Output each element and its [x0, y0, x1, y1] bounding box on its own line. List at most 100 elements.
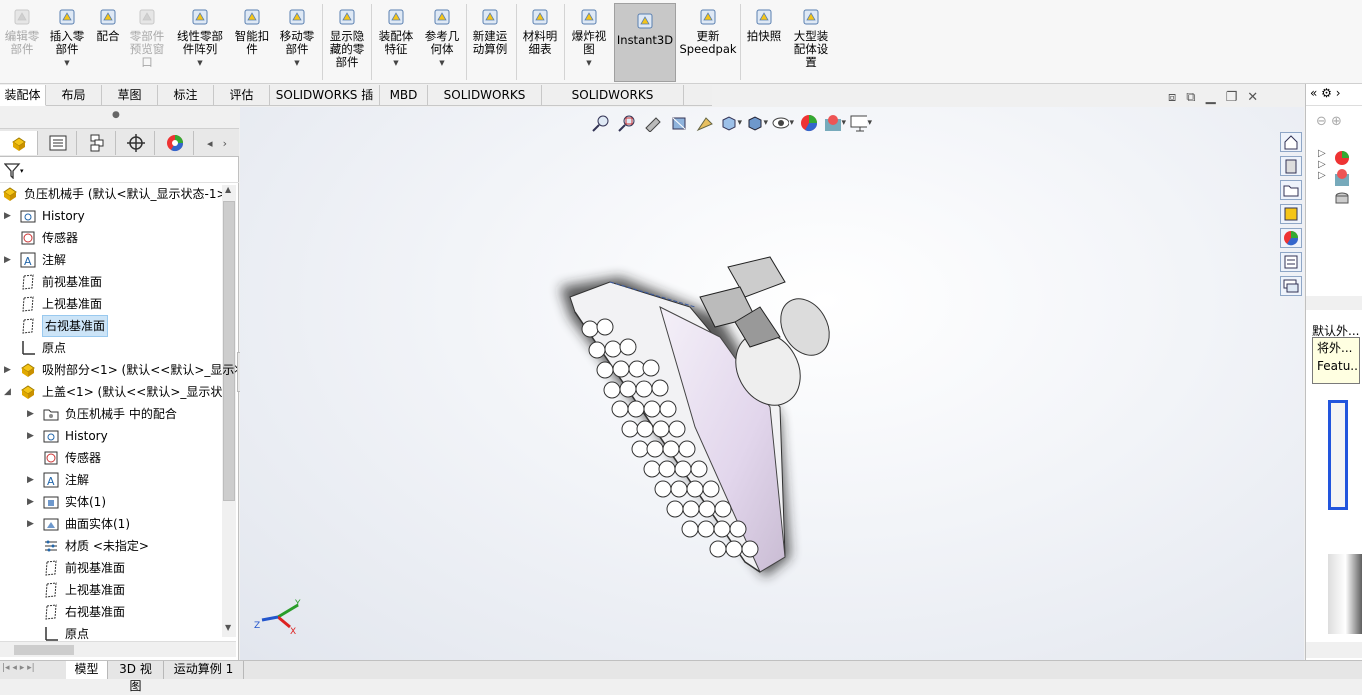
tree-item[interactable]: 前视基准面: [4, 272, 102, 292]
property-manager-tab[interactable]: [39, 131, 77, 155]
tree-root-assembly[interactable]: 负压机械手 (默认<默认_显示状态-1>: [2, 184, 227, 204]
expand-arrow-icon[interactable]: ▶: [4, 360, 14, 380]
tree-item[interactable]: 原点: [4, 338, 66, 358]
appearance-swatch-selected[interactable]: [1328, 400, 1348, 510]
custom-properties-tab[interactable]: [1279, 252, 1302, 272]
configuration-manager-tab[interactable]: [78, 131, 116, 155]
double-chevron-icon[interactable]: «: [1310, 86, 1317, 100]
tab-nav-arrows[interactable]: |◂ ◂ ▸ ▸|: [2, 663, 35, 673]
expand-arrow-icon[interactable]: ▶: [27, 404, 37, 424]
tree-item[interactable]: 材质 <未指定>: [27, 536, 149, 556]
expand-arrow-icon[interactable]: ▶: [27, 426, 37, 446]
tile-right-icon[interactable]: ⧉: [1186, 90, 1195, 105]
minimize-icon[interactable]: ▁: [1206, 90, 1216, 105]
chevron-right-icon[interactable]: ›: [223, 137, 227, 150]
tree-item[interactable]: ▶ History: [27, 426, 108, 446]
vacuum-gripper-model[interactable]: [560, 256, 839, 577]
tab-0[interactable]: 装配体: [0, 85, 46, 106]
chevron-right-icon[interactable]: ›: [1336, 86, 1341, 100]
section-view-icon[interactable]: [668, 112, 690, 134]
appearances-tab[interactable]: [1279, 228, 1302, 248]
edit-appearance-icon[interactable]: [798, 112, 820, 134]
scroll-down-icon[interactable]: ▼: [225, 623, 231, 632]
tree-item[interactable]: ◢ 上盖<1> (默认<<默认>_显示状: [4, 382, 222, 402]
tab-3[interactable]: 标注: [158, 85, 214, 106]
tree-expand-arrows[interactable]: ▷ ▷ ▷: [1318, 148, 1326, 181]
zoom-to-fit-icon[interactable]: [590, 112, 612, 134]
tree-item[interactable]: 前视基准面: [27, 558, 125, 578]
design-library-tab[interactable]: [1279, 156, 1302, 176]
view-settings-icon[interactable]: ▾: [850, 112, 872, 134]
view-palette-tab[interactable]: [1279, 204, 1302, 224]
chevron-left-icon[interactable]: ◂: [207, 137, 213, 150]
tree-item[interactable]: 传感器: [4, 228, 78, 248]
tree-item[interactable]: ▶ History: [4, 206, 85, 226]
appearance-swatch[interactable]: [1328, 554, 1362, 634]
scroll-up-icon[interactable]: ▲: [225, 185, 231, 194]
forum-tab[interactable]: [1279, 276, 1302, 296]
expand-arrow-icon[interactable]: ▶: [27, 470, 37, 490]
chevron-down-icon[interactable]: ▼: [197, 57, 202, 70]
dynamic-annotation-icon[interactable]: [694, 112, 716, 134]
tree-item[interactable]: 右视基准面: [4, 315, 109, 337]
expand-arrow-icon[interactable]: ◢: [4, 382, 14, 402]
chevron-down-icon[interactable]: ▼: [586, 57, 591, 70]
expand-arrow-icon[interactable]: ▶: [27, 492, 37, 512]
tree-item[interactable]: ▶ A 注解: [27, 470, 89, 490]
tree-item[interactable]: 上视基准面: [4, 294, 102, 314]
tree-item[interactable]: 右视基准面: [27, 602, 125, 622]
tab-scroll-arrows[interactable]: ◂ ›: [195, 131, 239, 155]
graphics-area[interactable]: Y X Z: [240, 107, 1304, 660]
bottom-tab-0[interactable]: 模型: [66, 661, 108, 679]
apply-scene-icon[interactable]: ▾: [824, 112, 846, 134]
expand-arrow-icon[interactable]: ▶: [4, 250, 14, 270]
tab-2[interactable]: 草图: [102, 85, 158, 106]
hide-show-items-icon[interactable]: ▾: [772, 112, 794, 134]
file-explorer-tab[interactable]: [1279, 180, 1302, 200]
task-pane-bottom-scrollbar[interactable]: [1306, 642, 1362, 658]
view-orientation-icon[interactable]: ▾: [720, 112, 742, 134]
tab-7[interactable]: SOLIDWORKS CAM: [428, 85, 542, 122]
ribbon-button-13[interactable]: Instant3D: [610, 10, 680, 47]
chevron-down-icon[interactable]: ▾: [20, 167, 24, 175]
tab-4[interactable]: 评估: [214, 85, 270, 106]
gear-icon[interactable]: ⚙: [1321, 86, 1332, 100]
chevron-down-icon[interactable]: ▼: [294, 57, 299, 70]
nav-back-forward[interactable]: ⊖ ⊕: [1316, 114, 1342, 129]
display-style-icon[interactable]: ▾: [746, 112, 768, 134]
tree-item[interactable]: ▶ 负压机械手 中的配合: [27, 404, 177, 424]
tree-item[interactable]: ▶ A 注解: [4, 250, 66, 270]
tree-item[interactable]: 原点: [27, 624, 89, 644]
resources-tab[interactable]: [1279, 132, 1302, 152]
tree-item[interactable]: ▶ 曲面实体(1): [27, 514, 130, 534]
tree-filter[interactable]: ▾: [0, 159, 239, 183]
zoom-to-area-icon[interactable]: [616, 112, 638, 134]
expand-arrow-icon[interactable]: ▶: [27, 514, 37, 534]
tab-8[interactable]: SOLIDWORKS Inspection: [542, 85, 684, 122]
chevron-down-icon[interactable]: ▼: [393, 57, 398, 70]
feature-manager-tab[interactable]: [0, 131, 38, 155]
tab-5[interactable]: SOLIDWORKS 插件: [270, 85, 380, 122]
tree-item[interactable]: 上视基准面: [27, 580, 125, 600]
close-icon[interactable]: ✕: [1247, 90, 1258, 105]
scrollbar-thumb[interactable]: [14, 645, 74, 655]
tree-item[interactable]: ▶ 吸附部分<1> (默认<<默认>_显示状: [4, 360, 246, 380]
tab-1[interactable]: 布局: [46, 85, 102, 106]
expand-arrow-icon[interactable]: ▶: [4, 206, 14, 226]
chevron-down-icon[interactable]: ▼: [439, 57, 444, 70]
tree-item[interactable]: 传感器: [27, 448, 101, 468]
chevron-down-icon[interactable]: ▼: [64, 57, 69, 70]
display-manager-tab[interactable]: [156, 131, 194, 155]
restore-icon[interactable]: ❐: [1226, 90, 1238, 105]
tile-left-icon[interactable]: ⧈: [1168, 90, 1176, 105]
bottom-tab-1[interactable]: 3D 视图: [108, 661, 164, 693]
tab-6[interactable]: MBD: [380, 85, 428, 106]
bottom-tab-2[interactable]: 运动算例 1: [164, 661, 244, 679]
task-pane-h-scrollbar[interactable]: [1306, 296, 1362, 310]
tree-item[interactable]: ▶ 实体(1): [27, 492, 106, 512]
dimxpert-manager-tab[interactable]: [117, 131, 155, 155]
previous-view-icon[interactable]: [642, 112, 664, 134]
panel-grip-icon[interactable]: ●: [112, 110, 120, 120]
ribbon-button-16[interactable]: 大型装 配体设 置: [776, 6, 846, 69]
scrollbar-thumb[interactable]: [223, 201, 235, 501]
